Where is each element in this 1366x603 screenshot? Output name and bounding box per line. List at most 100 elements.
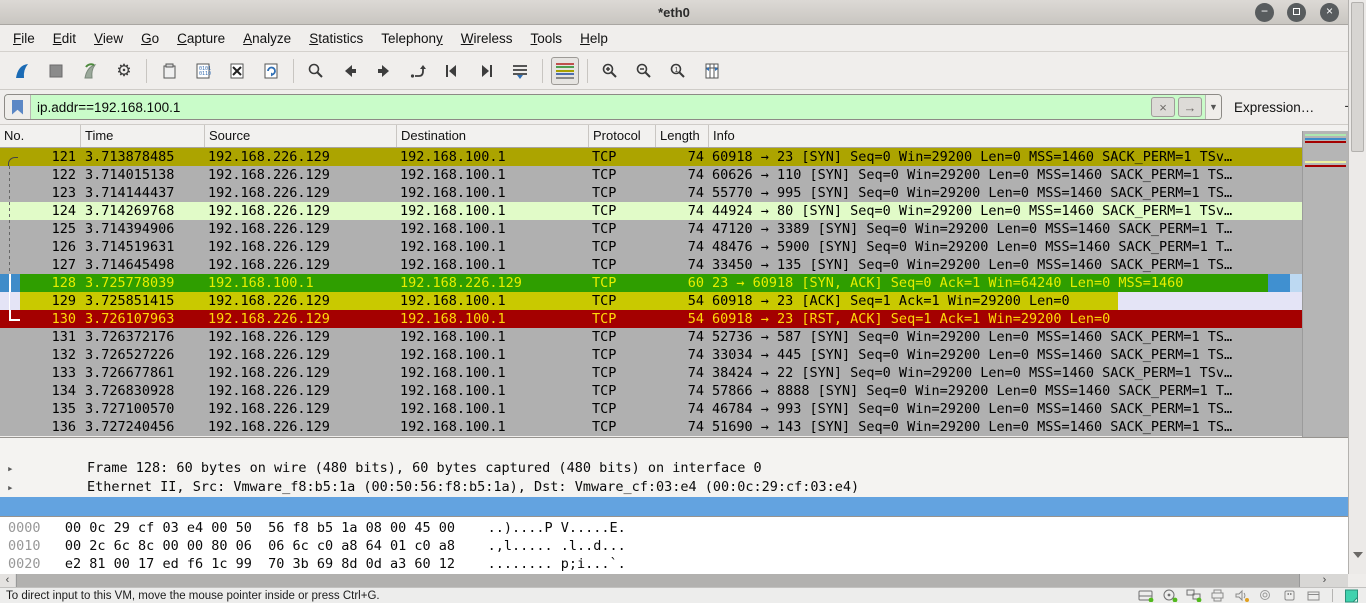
close-file-icon[interactable] xyxy=(223,57,251,85)
packet-row[interactable]: 129 3.725851415 192.168.226.129 192.168.… xyxy=(0,292,1302,310)
packet-row[interactable]: 123 3.714144437 192.168.226.129 192.168.… xyxy=(0,184,1302,202)
colorize-packets-icon[interactable] xyxy=(551,57,579,85)
go-last-icon[interactable] xyxy=(472,57,500,85)
save-file-icon[interactable]: 01010110 xyxy=(189,57,217,85)
packet-list-scrollbar-minimap[interactable] xyxy=(1302,131,1348,437)
capture-options-icon[interactable]: ⚙ xyxy=(110,57,138,85)
menubar: File Edit View Go Capture Analyze Statis… xyxy=(0,25,1348,52)
vmware-statusbar: To direct input to this VM, move the mou… xyxy=(0,587,1366,603)
conversation-indicator xyxy=(0,328,20,346)
find-packet-icon[interactable] xyxy=(302,57,330,85)
sound-icon[interactable] xyxy=(1233,589,1250,603)
go-back-icon[interactable] xyxy=(336,57,364,85)
zoom-original-icon[interactable]: 1 xyxy=(664,57,692,85)
restart-capture-icon[interactable] xyxy=(76,57,104,85)
column-header-source[interactable]: Source xyxy=(205,125,397,147)
wireshark-titlebar[interactable]: *eth0 − × xyxy=(0,0,1348,25)
vm-device-icons xyxy=(1137,589,1360,603)
column-header-no[interactable]: No. xyxy=(0,125,81,147)
open-file-icon[interactable] xyxy=(155,57,183,85)
packet-row[interactable]: 135 3.727100570 192.168.226.129 192.168.… xyxy=(0,400,1302,418)
hard-disk-icon[interactable] xyxy=(1137,589,1154,603)
auto-scroll-icon[interactable] xyxy=(506,57,534,85)
detail-line[interactable]: ▸Frame 128: 60 bytes on wire (480 bits),… xyxy=(0,440,1348,459)
packet-row[interactable]: 136 3.727240456 192.168.226.129 192.168.… xyxy=(0,418,1302,436)
menu-item[interactable]: Wireless xyxy=(452,25,522,51)
filter-clear-icon[interactable]: × xyxy=(1151,97,1175,117)
display-filter-input[interactable] xyxy=(31,100,1151,115)
detail-line[interactable]: ▸Transmission Control Protocol, Src Port… xyxy=(0,497,1348,516)
column-header-destination[interactable]: Destination xyxy=(397,125,589,147)
packet-row[interactable]: 125 3.714394906 192.168.226.129 192.168.… xyxy=(0,220,1302,238)
zoom-in-icon[interactable] xyxy=(596,57,624,85)
printer-icon[interactable] xyxy=(1209,589,1226,603)
detail-line[interactable]: ▸Ethernet II, Src: Vmware_f8:b5:1a (00:5… xyxy=(0,459,1348,478)
horizontal-scrollbar-thumb[interactable] xyxy=(16,574,1300,587)
scroll-down-icon[interactable] xyxy=(1353,552,1363,558)
filter-bar: × → ▼ Expression… + xyxy=(0,90,1348,125)
horizontal-scrollbar[interactable]: ‹ › xyxy=(0,574,1348,587)
menu-item[interactable]: Edit xyxy=(44,25,85,51)
packet-list: 121 3.713878485 192.168.226.129 192.168.… xyxy=(0,148,1302,437)
reload-file-icon[interactable] xyxy=(257,57,285,85)
maximize-button[interactable] xyxy=(1287,3,1306,22)
packet-row[interactable]: 121 3.713878485 192.168.226.129 192.168.… xyxy=(0,148,1302,166)
removable-device-icon[interactable] xyxy=(1305,589,1322,603)
zoom-out-icon[interactable] xyxy=(630,57,658,85)
vertical-scrollbar-thumb[interactable] xyxy=(1351,2,1364,152)
packet-row[interactable]: 128 3.725778039 192.168.100.1 192.168.22… xyxy=(0,274,1302,292)
column-header-time[interactable]: Time xyxy=(81,125,205,147)
menu-item[interactable]: Telephony xyxy=(372,25,452,51)
packet-row[interactable]: 122 3.714015138 192.168.226.129 192.168.… xyxy=(0,166,1302,184)
menu-item[interactable]: Analyze xyxy=(234,25,300,51)
expression-button[interactable]: Expression… xyxy=(1234,100,1314,115)
packet-row[interactable]: 124 3.714269768 192.168.226.129 192.168.… xyxy=(0,202,1302,220)
hex-line[interactable]: 0000 00 0c 29 cf 03 e4 00 50 56 f8 b5 1a… xyxy=(8,519,1348,537)
column-header-protocol[interactable]: Protocol xyxy=(589,125,656,147)
serial-port-icon[interactable] xyxy=(1257,589,1274,603)
filter-history-caret-icon[interactable]: ▼ xyxy=(1205,95,1221,119)
column-header-info[interactable]: Info xyxy=(709,125,1348,147)
packet-row[interactable]: 126 3.714519631 192.168.226.129 192.168.… xyxy=(0,238,1302,256)
vertical-scrollbar[interactable] xyxy=(1348,0,1366,574)
cdrom-icon[interactable] xyxy=(1161,589,1178,603)
vmware-console-window: *eth0 − × File Edit View Go Capture Anal… xyxy=(0,0,1366,603)
scroll-left-icon[interactable]: ‹ xyxy=(0,574,15,587)
packet-row[interactable]: 130 3.726107963 192.168.226.129 192.168.… xyxy=(0,310,1302,328)
hex-line[interactable]: 0010 00 2c 6c 8c 00 00 80 06 06 6c c0 a8… xyxy=(8,537,1348,555)
menu-item[interactable]: View xyxy=(85,25,132,51)
start-capture-icon[interactable] xyxy=(8,57,36,85)
display-filter-field[interactable]: × → ▼ xyxy=(4,94,1222,120)
packet-row[interactable]: 133 3.726677861 192.168.226.129 192.168.… xyxy=(0,364,1302,382)
usb-device-icon[interactable] xyxy=(1281,589,1298,603)
go-to-packet-icon[interactable] xyxy=(404,57,432,85)
close-button[interactable]: × xyxy=(1320,3,1339,22)
packet-list-header: No. Time Source Destination Protocol Len… xyxy=(0,125,1348,148)
stop-capture-icon[interactable] xyxy=(42,57,70,85)
network-adapter-icon[interactable] xyxy=(1185,589,1202,603)
minimize-button[interactable]: − xyxy=(1255,3,1274,22)
go-first-icon[interactable] xyxy=(438,57,466,85)
menu-item[interactable]: Statistics xyxy=(300,25,372,51)
menu-item[interactable]: File xyxy=(4,25,44,51)
detail-line[interactable]: ▸Internet Protocol Version 4, Src: 192.1… xyxy=(0,478,1348,497)
packet-row[interactable]: 134 3.726830928 192.168.226.129 192.168.… xyxy=(0,382,1302,400)
column-header-length[interactable]: Length xyxy=(656,125,709,147)
menu-item[interactable]: Help xyxy=(571,25,617,51)
conversation-indicator xyxy=(0,274,20,292)
conversation-indicator xyxy=(0,148,20,166)
packet-row[interactable]: 127 3.714645498 192.168.226.129 192.168.… xyxy=(0,256,1302,274)
menu-item[interactable]: Tools xyxy=(522,25,572,51)
vm-message-icon[interactable] xyxy=(1343,589,1360,603)
filter-bookmark-icon[interactable] xyxy=(5,95,31,119)
menu-item[interactable]: Capture xyxy=(168,25,234,51)
packet-row[interactable]: 132 3.726527226 192.168.226.129 192.168.… xyxy=(0,346,1302,364)
scroll-right-icon[interactable]: › xyxy=(1317,574,1332,587)
menu-item[interactable]: Go xyxy=(132,25,168,51)
filter-apply-icon[interactable]: → xyxy=(1178,97,1202,117)
resize-columns-icon[interactable] xyxy=(698,57,726,85)
go-forward-icon[interactable] xyxy=(370,57,398,85)
hex-line[interactable]: 0020 e2 81 00 17 ed f6 1c 99 70 3b 69 8d… xyxy=(8,555,1348,573)
conversation-indicator xyxy=(0,292,20,310)
packet-row[interactable]: 131 3.726372176 192.168.226.129 192.168.… xyxy=(0,328,1302,346)
